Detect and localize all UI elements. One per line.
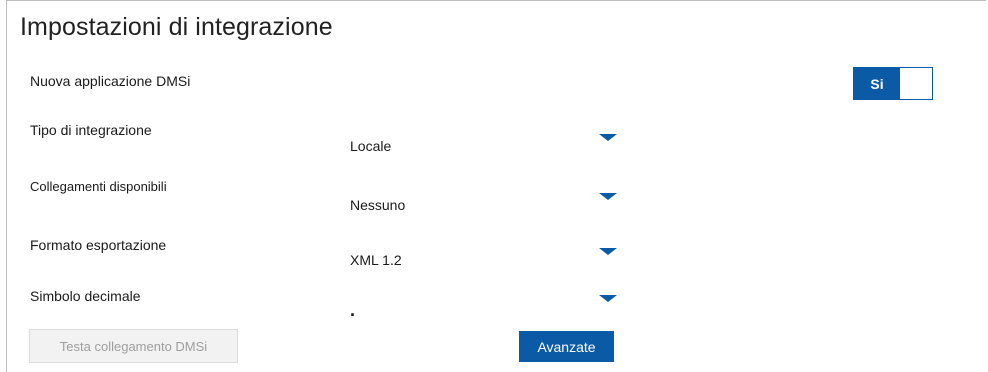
decimal-symbol-select[interactable]: .	[347, 285, 617, 320]
toggle-on-label: Si	[854, 68, 900, 99]
advanced-button[interactable]: Avanzate	[519, 331, 614, 362]
export-format-label: Formato esportazione	[30, 237, 167, 253]
available-links-label: Collegamenti disponibili	[30, 179, 167, 194]
chevron-down-icon	[599, 134, 617, 141]
decimal-symbol-label: Simbolo decimale	[30, 288, 141, 304]
export-format-value: XML 1.2	[350, 252, 402, 268]
toggle-knob	[903, 70, 930, 97]
chevron-down-icon	[599, 193, 617, 200]
available-links-select[interactable]: Nessuno	[347, 183, 617, 217]
decimal-symbol-value: .	[350, 300, 356, 320]
integration-settings-panel: Impostazioni di integrazione Nuova appli…	[6, 0, 986, 372]
integration-type-select[interactable]: Locale	[347, 124, 617, 158]
new-app-label: Nuova applicazione DMSi	[30, 73, 191, 89]
new-app-toggle[interactable]: Si	[853, 67, 933, 100]
test-connection-button[interactable]: Testa collegamento DMSi	[29, 329, 238, 363]
chevron-down-icon	[599, 248, 617, 255]
available-links-value: Nessuno	[350, 197, 406, 213]
integration-type-label: Tipo di integrazione	[30, 122, 152, 138]
page-title: Impostazioni di integrazione	[20, 13, 333, 41]
chevron-down-icon	[599, 295, 617, 302]
export-format-select[interactable]: XML 1.2	[347, 238, 617, 272]
integration-type-value: Locale	[350, 138, 392, 154]
